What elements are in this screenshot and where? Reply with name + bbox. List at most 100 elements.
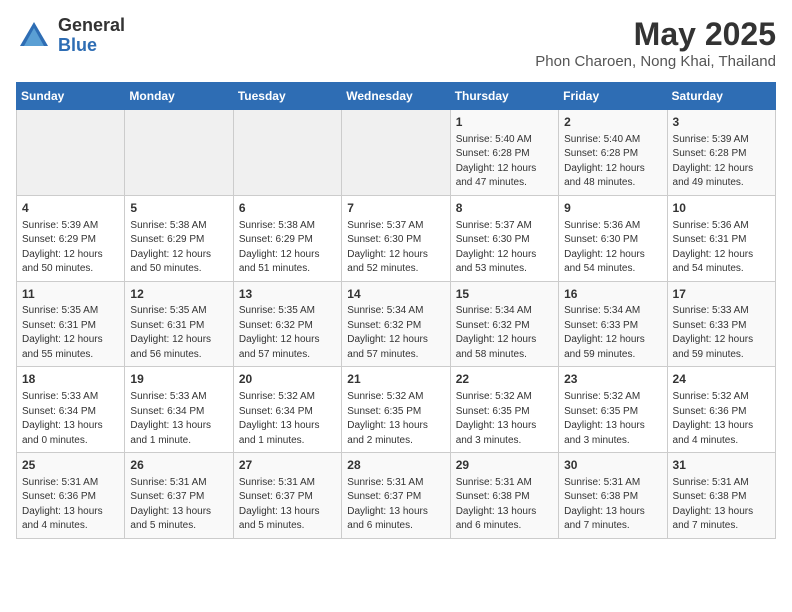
day-cell (17, 110, 125, 196)
calendar-table: SundayMondayTuesdayWednesdayThursdayFrid… (16, 82, 776, 539)
day-number: 7 (347, 200, 444, 217)
day-cell: 8 Sunrise: 5:37 AM Sunset: 6:30 PM Daylig… (450, 195, 558, 281)
day-info: Sunrise: 5:40 AM Sunset: 6:28 PM Dayligh… (456, 133, 553, 191)
day-info: Sunrise: 5:32 AM Sunset: 6:35 PM Dayligh… (564, 390, 661, 448)
day-cell: 13Sunrise: 5:35 AM Sunset: 6:32 PM Dayli… (233, 281, 341, 367)
day-number: 16 (564, 286, 661, 303)
day-number: 23 (564, 371, 661, 388)
day-info: Sunrise: 5:32 AM Sunset: 6:36 PM Dayligh… (673, 390, 770, 448)
day-cell: 5 Sunrise: 5:38 AM Sunset: 6:29 PM Daylig… (125, 195, 233, 281)
logo-general-text: General (58, 16, 125, 36)
day-info: Sunrise: 5:31 AM Sunset: 6:37 PM Dayligh… (347, 476, 444, 534)
day-cell: 11Sunrise: 5:35 AM Sunset: 6:31 PM Dayli… (17, 281, 125, 367)
header-thursday: Thursday (450, 83, 558, 110)
header-wednesday: Wednesday (342, 83, 450, 110)
calendar-title: May 2025 (535, 16, 776, 53)
day-number: 8 (456, 200, 553, 217)
day-info: Sunrise: 5:35 AM Sunset: 6:31 PM Dayligh… (130, 304, 227, 362)
day-number: 11 (22, 286, 119, 303)
day-number: 31 (673, 457, 770, 474)
day-number: 15 (456, 286, 553, 303)
day-cell: 7Sunrise: 5:37 AM Sunset: 6:30 PM Daylig… (342, 195, 450, 281)
day-info: Sunrise: 5:31 AM Sunset: 6:38 PM Dayligh… (456, 476, 553, 534)
day-cell: 23 Sunrise: 5:32 AM Sunset: 6:35 PM Dayli… (559, 367, 667, 453)
page-header: General Blue May 2025 Phon Charoen, Nong… (16, 16, 776, 70)
day-cell: 27Sunrise: 5:31 AM Sunset: 6:37 PM Dayli… (233, 453, 341, 539)
day-cell: 10Sunrise: 5:36 AM Sunset: 6:31 PM Dayli… (667, 195, 775, 281)
calendar-body: 1Sunrise: 5:40 AM Sunset: 6:28 PM Daylig… (17, 110, 776, 539)
day-cell: 24Sunrise: 5:32 AM Sunset: 6:36 PM Dayli… (667, 367, 775, 453)
day-cell: 12Sunrise: 5:35 AM Sunset: 6:31 PM Dayli… (125, 281, 233, 367)
day-info: Sunrise: 5:36 AM Sunset: 6:31 PM Dayligh… (673, 219, 770, 277)
day-cell: 25 Sunrise: 5:31 AM Sunset: 6:36 PM Dayli… (17, 453, 125, 539)
day-info: Sunrise: 5:32 AM Sunset: 6:35 PM Dayligh… (456, 390, 553, 448)
day-number: 22 (456, 371, 553, 388)
logo-text: General Blue (58, 16, 125, 56)
header-monday: Monday (125, 83, 233, 110)
day-number: 6 (239, 200, 336, 217)
day-cell: 1Sunrise: 5:40 AM Sunset: 6:28 PM Daylig… (450, 110, 558, 196)
day-info: Sunrise: 5:34 AM Sunset: 6:32 PM Dayligh… (456, 304, 553, 362)
day-cell: 26 Sunrise: 5:31 AM Sunset: 6:37 PM Dayli… (125, 453, 233, 539)
day-cell: 20 Sunrise: 5:32 AM Sunset: 6:34 PM Dayli… (233, 367, 341, 453)
week-row-4: 18 Sunrise: 5:33 AM Sunset: 6:34 PM Dayli… (17, 367, 776, 453)
day-number: 3 (673, 114, 770, 131)
day-info: Sunrise: 5:38 AM Sunset: 6:29 PM Dayligh… (239, 219, 336, 277)
header-row: SundayMondayTuesdayWednesdayThursdayFrid… (17, 83, 776, 110)
day-info: Sunrise: 5:31 AM Sunset: 6:38 PM Dayligh… (673, 476, 770, 534)
day-cell: 2 Sunrise: 5:40 AM Sunset: 6:28 PM Daylig… (559, 110, 667, 196)
day-info: Sunrise: 5:31 AM Sunset: 6:38 PM Dayligh… (564, 476, 661, 534)
day-cell: 21 Sunrise: 5:32 AM Sunset: 6:35 PM Dayli… (342, 367, 450, 453)
day-cell: 18 Sunrise: 5:33 AM Sunset: 6:34 PM Dayli… (17, 367, 125, 453)
day-cell (342, 110, 450, 196)
day-info: Sunrise: 5:34 AM Sunset: 6:33 PM Dayligh… (564, 304, 661, 362)
day-number: 14 (347, 286, 444, 303)
day-number: 5 (130, 200, 227, 217)
logo-blue-text: Blue (58, 36, 125, 56)
title-block: May 2025 Phon Charoen, Nong Khai, Thaila… (535, 16, 776, 70)
day-info: Sunrise: 5:32 AM Sunset: 6:35 PM Dayligh… (347, 390, 444, 448)
header-friday: Friday (559, 83, 667, 110)
day-number: 17 (673, 286, 770, 303)
day-info: Sunrise: 5:37 AM Sunset: 6:30 PM Dayligh… (456, 219, 553, 277)
day-number: 18 (22, 371, 119, 388)
day-number: 2 (564, 114, 661, 131)
day-number: 30 (564, 457, 661, 474)
day-number: 20 (239, 371, 336, 388)
day-number: 26 (130, 457, 227, 474)
day-number: 28 (347, 457, 444, 474)
day-number: 13 (239, 286, 336, 303)
day-cell: 19Sunrise: 5:33 AM Sunset: 6:34 PM Dayli… (125, 367, 233, 453)
day-cell (233, 110, 341, 196)
week-row-1: 1Sunrise: 5:40 AM Sunset: 6:28 PM Daylig… (17, 110, 776, 196)
logo-icon (16, 18, 52, 54)
day-cell: 31 Sunrise: 5:31 AM Sunset: 6:38 PM Dayli… (667, 453, 775, 539)
day-number: 21 (347, 371, 444, 388)
week-row-3: 11Sunrise: 5:35 AM Sunset: 6:31 PM Dayli… (17, 281, 776, 367)
calendar-header: SundayMondayTuesdayWednesdayThursdayFrid… (17, 83, 776, 110)
day-info: Sunrise: 5:31 AM Sunset: 6:37 PM Dayligh… (130, 476, 227, 534)
day-cell: 9Sunrise: 5:36 AM Sunset: 6:30 PM Daylig… (559, 195, 667, 281)
day-info: Sunrise: 5:35 AM Sunset: 6:32 PM Dayligh… (239, 304, 336, 362)
day-info: Sunrise: 5:32 AM Sunset: 6:34 PM Dayligh… (239, 390, 336, 448)
day-number: 27 (239, 457, 336, 474)
day-info: Sunrise: 5:38 AM Sunset: 6:29 PM Dayligh… (130, 219, 227, 277)
day-cell: 29Sunrise: 5:31 AM Sunset: 6:38 PM Dayli… (450, 453, 558, 539)
day-info: Sunrise: 5:40 AM Sunset: 6:28 PM Dayligh… (564, 133, 661, 191)
day-number: 25 (22, 457, 119, 474)
day-number: 12 (130, 286, 227, 303)
day-cell (125, 110, 233, 196)
day-cell: 4Sunrise: 5:39 AM Sunset: 6:29 PM Daylig… (17, 195, 125, 281)
day-cell: 15Sunrise: 5:34 AM Sunset: 6:32 PM Dayli… (450, 281, 558, 367)
day-info: Sunrise: 5:36 AM Sunset: 6:30 PM Dayligh… (564, 219, 661, 277)
day-info: Sunrise: 5:39 AM Sunset: 6:29 PM Dayligh… (22, 219, 119, 277)
logo: General Blue (16, 16, 125, 56)
week-row-2: 4Sunrise: 5:39 AM Sunset: 6:29 PM Daylig… (17, 195, 776, 281)
day-number: 19 (130, 371, 227, 388)
day-info: Sunrise: 5:33 AM Sunset: 6:34 PM Dayligh… (22, 390, 119, 448)
day-cell: 16Sunrise: 5:34 AM Sunset: 6:33 PM Dayli… (559, 281, 667, 367)
day-info: Sunrise: 5:31 AM Sunset: 6:36 PM Dayligh… (22, 476, 119, 534)
day-cell: 30 Sunrise: 5:31 AM Sunset: 6:38 PM Dayli… (559, 453, 667, 539)
day-info: Sunrise: 5:35 AM Sunset: 6:31 PM Dayligh… (22, 304, 119, 362)
day-cell: 17Sunrise: 5:33 AM Sunset: 6:33 PM Dayli… (667, 281, 775, 367)
